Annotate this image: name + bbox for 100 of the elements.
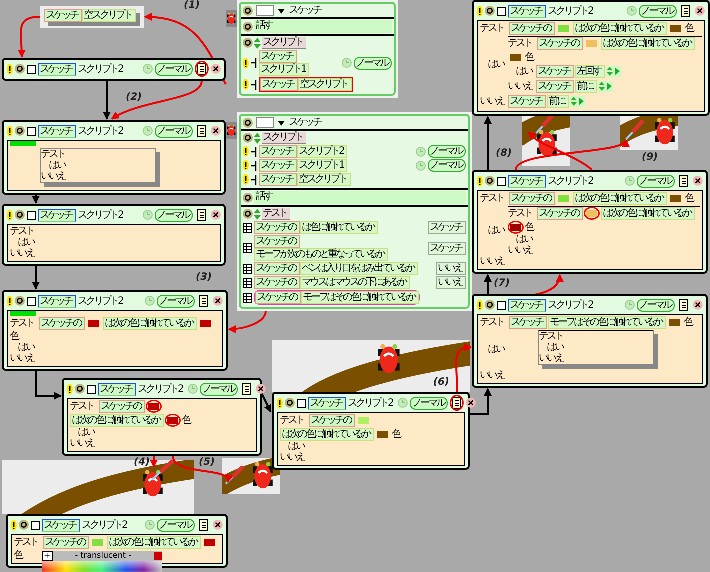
color-swatch[interactable]: [90, 536, 106, 549]
color-swatch[interactable]: [668, 22, 684, 35]
phrase-tile[interactable]: 前に: [547, 95, 569, 108]
exclamation-icon[interactable]: [477, 176, 483, 186]
checkbox[interactable]: [497, 176, 506, 186]
tile-group[interactable]: スケッチの ペンは入り口をはみ出ているか: [254, 262, 418, 275]
script-title[interactable]: スクリプト2: [78, 64, 124, 74]
list-icon[interactable]: [677, 297, 691, 313]
tile-group[interactable]: スケッチ スクリプト1: [259, 50, 338, 76]
exclamation-icon[interactable]: [243, 79, 249, 90]
row-menu-icon[interactable]: [243, 222, 252, 232]
object-tile[interactable]: スケッチ: [259, 145, 297, 158]
mode-tile[interactable]: ノーマル: [354, 56, 392, 70]
phrase-tile[interactable]: 空スクリプト: [82, 9, 136, 22]
list-icon[interactable]: [677, 173, 691, 189]
tile-group[interactable]: スケッチの は色に触れているか: [254, 221, 378, 234]
color-swatch[interactable]: [508, 51, 524, 64]
tile-group[interactable]: スケッチ 空スクリプト: [259, 77, 353, 92]
color-swatch[interactable]: [668, 192, 684, 205]
color-swatch[interactable]: [584, 207, 600, 220]
object-tile[interactable]: スケッチ: [38, 208, 76, 222]
color-swatch[interactable]: [375, 428, 391, 441]
list-icon[interactable]: [197, 293, 211, 309]
object-tile[interactable]: スケッチ: [38, 294, 76, 308]
object-tile[interactable]: スケッチの: [254, 276, 300, 289]
list-icon[interactable]: [195, 207, 209, 223]
checkbox[interactable]: [297, 398, 306, 408]
object-tile[interactable]: スケッチ: [259, 50, 297, 63]
color-picker-popup[interactable]: + - translucent -: [42, 551, 162, 572]
ring-icon[interactable]: [485, 6, 495, 16]
exclamation-icon[interactable]: [477, 6, 483, 16]
tile-group[interactable]: スケッチ 空スクリプト: [259, 173, 351, 186]
color-swatch[interactable]: [584, 37, 600, 50]
phrase-tile[interactable]: モーフが次のものと重なっているか: [254, 248, 388, 261]
object-tile[interactable]: スケッチの: [537, 37, 583, 50]
row-menu-icon[interactable]: [243, 292, 252, 302]
close-icon[interactable]: [211, 210, 221, 220]
exclamation-icon[interactable]: [477, 300, 483, 310]
speech-field[interactable]: 話す: [254, 20, 392, 33]
close-icon[interactable]: [211, 126, 221, 136]
exclamation-icon[interactable]: [7, 126, 13, 136]
category-title[interactable]: スクリプト: [262, 132, 306, 144]
tee-icon[interactable]: [251, 146, 257, 156]
phrase-tile[interactable]: は次の色に触れているか: [573, 22, 667, 35]
checkbox[interactable]: [497, 300, 506, 310]
list-icon[interactable]: [195, 123, 209, 139]
object-tile[interactable]: スケッチ: [38, 124, 76, 138]
color-swatch[interactable]: [556, 22, 572, 35]
add-button[interactable]: +: [42, 551, 53, 561]
ring-icon[interactable]: [15, 210, 25, 220]
row-menu-icon[interactable]: [243, 278, 252, 288]
exclamation-icon[interactable]: [7, 210, 13, 220]
phrase-tile[interactable]: は次の色に触れているか: [601, 207, 695, 220]
object-tile[interactable]: スケッチの: [537, 207, 583, 220]
color-swatch[interactable]: [86, 317, 102, 330]
list-icon[interactable]: [450, 395, 464, 411]
phrase-tile[interactable]: スクリプト1: [297, 159, 348, 172]
checkbox[interactable]: [27, 210, 36, 220]
list-icon[interactable]: [197, 517, 211, 533]
tee-icon[interactable]: [251, 80, 257, 90]
close-icon[interactable]: [211, 64, 221, 74]
object-tile[interactable]: スケッチの: [254, 235, 300, 248]
object-tile[interactable]: スケッチの: [254, 262, 300, 275]
object-tile[interactable]: スケッチ: [508, 298, 546, 312]
object-tile[interactable]: スケッチ: [42, 518, 80, 532]
test-block[interactable]: テスト スケッチの は次の色に触れているか 色 はい テスト スケッチの は次の色に触れているか 色 はい いいえ いいえ: [480, 192, 700, 267]
viewer-name[interactable]: スケッチ: [289, 117, 321, 128]
exclamation-icon[interactable]: [67, 384, 73, 394]
script-title[interactable]: スクリプト2: [78, 126, 124, 136]
phrase-tile[interactable]: マウスはマウスの下にあるか: [300, 276, 410, 289]
close-icon[interactable]: [466, 398, 476, 408]
object-tile[interactable]: スケッチの: [509, 22, 555, 35]
script-title[interactable]: スクリプト2: [138, 384, 184, 394]
phrase-tile[interactable]: 前に: [575, 80, 597, 93]
script-title[interactable]: スクリプト2: [78, 296, 124, 306]
stepper-icon[interactable]: [606, 66, 621, 77]
close-icon[interactable]: [693, 300, 703, 310]
object-tile[interactable]: スケッチ: [508, 174, 546, 188]
object-tile[interactable]: スケッチ: [44, 9, 82, 22]
close-icon[interactable]: [256, 384, 266, 394]
viewer-tab[interactable]: [226, 10, 237, 27]
mode-tile[interactable]: ノーマル: [637, 298, 675, 312]
tile-group[interactable]: スケッチ スクリプト2: [259, 145, 348, 158]
object-tile[interactable]: スケッチ: [536, 65, 574, 78]
tee-icon[interactable]: [251, 58, 257, 68]
mode-tile[interactable]: ノーマル: [155, 62, 193, 76]
mode-tile[interactable]: ノーマル: [637, 174, 675, 188]
test-block[interactable]: テスト スケッチの は次の色に触れているか 色 はい いいえ: [508, 206, 700, 256]
object-tile[interactable]: スケッチの: [254, 221, 300, 234]
object-tile[interactable]: スケッチ: [259, 159, 297, 172]
exclamation-icon[interactable]: [243, 146, 249, 157]
value-tile[interactable]: スケッチ: [428, 221, 466, 234]
tile-group[interactable]: スケッチ スクリプト1: [259, 159, 348, 172]
script-title[interactable]: スクリプト2: [548, 176, 594, 186]
phrase-tile[interactable]: モーフはその色に触れているか: [548, 316, 666, 329]
thumbnail[interactable]: [256, 5, 274, 16]
phrase-tile[interactable]: スクリプト1: [259, 63, 310, 76]
phrase-tile[interactable]: は次の色に触れているか: [103, 317, 197, 330]
test-block[interactable]: テスト スケッチの は次の色に触れているか 色 はい テスト スケッチの は次の色に触れているか 色 はい スケッチ 左回す いいえ スケッチ 前に いいえ スケッチ 前に: [480, 22, 702, 109]
checkbox[interactable]: [27, 296, 36, 306]
